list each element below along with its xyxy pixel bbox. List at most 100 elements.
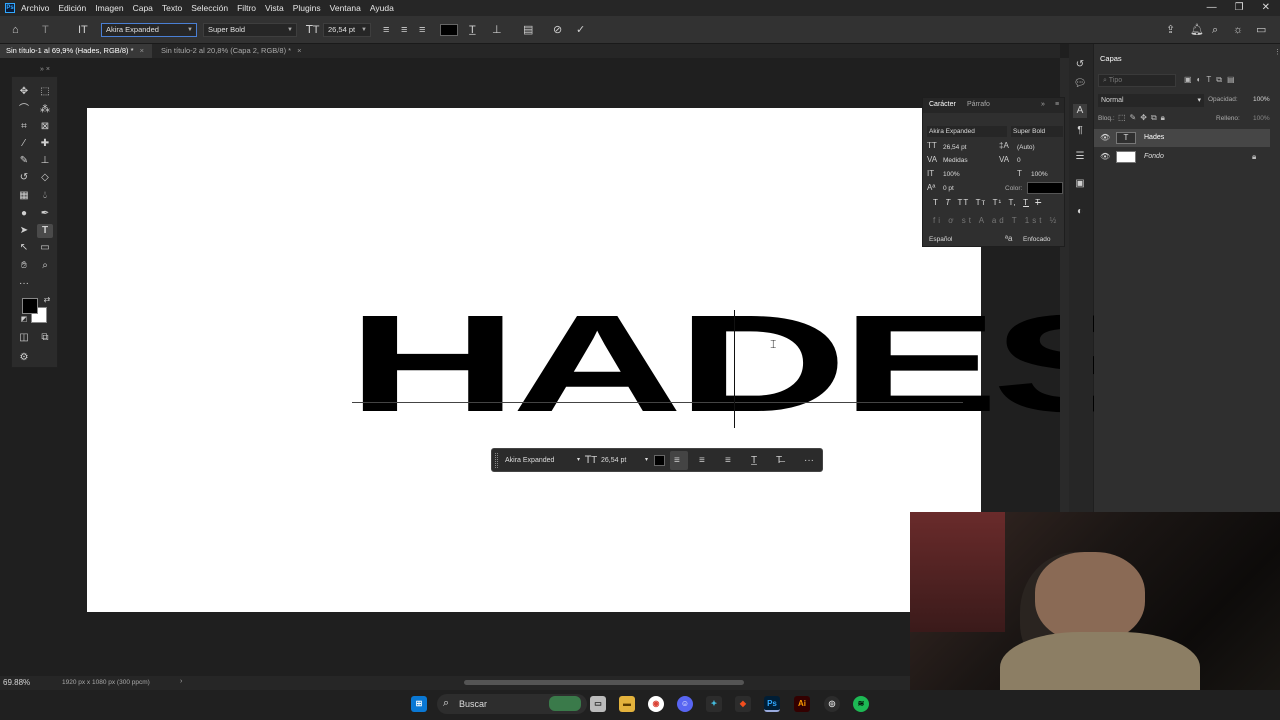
- char-language-select[interactable]: Español: [927, 234, 999, 245]
- text-orientation-icon[interactable]: IT: [78, 24, 88, 36]
- lasso-tool-icon[interactable]: ⌒: [16, 103, 32, 117]
- search-icon[interactable]: ⌕: [1212, 24, 1218, 36]
- canvas-text-hades[interactable]: HADES: [347, 295, 1150, 433]
- history-brush-tool-icon[interactable]: ↺: [16, 171, 32, 185]
- notification-bell-icon[interactable]: 🔔︎: [1190, 24, 1204, 36]
- ctx-font-family-select[interactable]: Akira Expanded ▾: [502, 454, 582, 467]
- dodge-tool-icon[interactable]: ●: [16, 207, 32, 221]
- warp-text-icon[interactable]: T̲: [469, 24, 476, 36]
- small-caps-button[interactable]: Tт: [976, 198, 987, 207]
- align-center-icon[interactable]: ≡: [401, 24, 407, 36]
- tab-document-2[interactable]: Sin título-2 al 20,8% (Capa 2, RGB/8) * ×: [155, 44, 310, 58]
- more-tools-icon[interactable]: ···: [16, 277, 32, 291]
- figma-icon[interactable]: ◆: [735, 696, 751, 712]
- collapse-panel-icon[interactable]: »: [1041, 101, 1045, 108]
- layer-filter-input[interactable]: ⌕ Tipo: [1098, 74, 1176, 87]
- properties-panel-icon[interactable]: ☰: [1073, 150, 1087, 164]
- subscript-button[interactable]: T,: [1009, 198, 1017, 207]
- opacity-field[interactable]: 100%: [1253, 96, 1270, 103]
- layer-row-hades[interactable]: 👁︎ T Hades: [1094, 129, 1270, 147]
- collapse-toolbar-icon[interactable]: » ×: [40, 66, 50, 73]
- type-tool-preset-icon[interactable]: T: [42, 24, 49, 36]
- taskbar-search-box[interactable]: ⌕ Buscar: [437, 694, 587, 714]
- default-colors-icon[interactable]: ◩: [16, 313, 32, 327]
- menu-capa[interactable]: Capa: [133, 3, 153, 13]
- marquee-tool-icon[interactable]: ⬚: [37, 85, 53, 99]
- hand-tool-icon[interactable]: ✋︎: [16, 259, 32, 273]
- ctx-warp-text-icon[interactable]: T̲: [751, 454, 757, 467]
- text-on-path-icon[interactable]: ⊥: [492, 24, 502, 36]
- eyedropper-tool-icon[interactable]: ⁄: [16, 137, 32, 151]
- ctx-align-center-icon[interactable]: ≡: [699, 454, 705, 467]
- eraser-tool-icon[interactable]: ◇: [37, 171, 53, 185]
- crop-tool-icon[interactable]: ⌗: [16, 120, 32, 134]
- commit-edit-icon[interactable]: ✓: [576, 24, 585, 36]
- menu-filtro[interactable]: Filtro: [237, 3, 256, 13]
- ctx-more-icon[interactable]: ···: [804, 454, 814, 467]
- layer-row-fondo[interactable]: 👁︎ Fondo 🔒︎: [1094, 148, 1270, 166]
- swap-colors-icon[interactable]: ⇄: [39, 293, 55, 307]
- layer-name[interactable]: Fondo: [1144, 153, 1164, 160]
- tab-document-1[interactable]: Sin título-1 al 69,9% (Hades, RGB/8) * ×: [0, 44, 152, 58]
- ctx-align-right-icon[interactable]: ≡: [725, 454, 731, 467]
- char-font-style-select[interactable]: Super Bold: [1011, 126, 1063, 137]
- menu-texto[interactable]: Texto: [162, 3, 182, 13]
- layer-filter-icons[interactable]: ▣◐T⧉▤: [1184, 75, 1240, 85]
- character-panel-icon[interactable]: A: [1073, 104, 1087, 118]
- char-horizontal-scale-field[interactable]: 100%: [1029, 169, 1063, 180]
- zoom-level[interactable]: 69.88%: [3, 678, 30, 687]
- close-icon[interactable]: ✕: [1262, 2, 1270, 13]
- font-family-select[interactable]: Akira Expanded ▼: [101, 23, 197, 37]
- close-tab-icon[interactable]: ×: [297, 46, 301, 55]
- faux-bold-button[interactable]: T: [933, 198, 939, 207]
- font-style-select[interactable]: Super Bold ▼: [203, 23, 297, 37]
- char-baseline-shift-field[interactable]: 0 pt: [941, 183, 993, 194]
- opentype-features-icons[interactable]: fi ơ st A ad T 1st ½: [933, 216, 1059, 225]
- visibility-eye-icon[interactable]: 👁︎: [1100, 152, 1110, 161]
- home-icon[interactable]: ⌂: [12, 24, 19, 36]
- discord-icon[interactable]: ☺: [677, 696, 693, 712]
- type-tool-icon[interactable]: T: [37, 224, 53, 238]
- strikethrough-button[interactable]: T: [1035, 198, 1041, 207]
- char-leading-field[interactable]: (Auto): [1015, 142, 1063, 153]
- minimize-icon[interactable]: —: [1207, 2, 1217, 13]
- move-tool-icon[interactable]: ✥: [16, 85, 32, 99]
- status-arrow-icon[interactable]: ›: [180, 678, 182, 685]
- underline-button[interactable]: T: [1023, 198, 1029, 207]
- task-view-icon[interactable]: ▭: [590, 696, 606, 712]
- all-caps-button[interactable]: TT: [958, 198, 970, 207]
- file-explorer-icon[interactable]: ▬: [619, 696, 635, 712]
- quick-mask-icon[interactable]: ◫: [16, 331, 32, 345]
- foreground-color-swatch[interactable]: [22, 298, 38, 314]
- chrome-icon[interactable]: ◉: [648, 696, 664, 712]
- menu-archivo[interactable]: Archivo: [21, 3, 49, 13]
- gradient-tool-icon[interactable]: ▦: [16, 189, 32, 203]
- panels-toggle-icon[interactable]: ▤: [523, 24, 533, 36]
- char-antialias-select[interactable]: Enfocado: [1021, 234, 1063, 245]
- drag-handle-icon[interactable]: [495, 453, 498, 468]
- text-color-swatch[interactable]: [440, 24, 458, 36]
- menu-ayuda[interactable]: Ayuda: [370, 3, 394, 13]
- char-font-family-select[interactable]: Akira Expanded: [927, 126, 1007, 137]
- panel-menu-icon[interactable]: ⋮: [1274, 48, 1280, 56]
- photoshop-logo-icon[interactable]: Ps: [5, 3, 15, 13]
- align-right-icon[interactable]: ≡: [419, 24, 425, 36]
- windows-start-icon[interactable]: ⊞: [411, 696, 427, 712]
- char-color-swatch[interactable]: [1027, 182, 1063, 194]
- generative-fill-icon[interactable]: ⚙︎: [16, 351, 32, 365]
- magic-wand-tool-icon[interactable]: ⁂: [37, 103, 53, 117]
- libraries-panel-icon[interactable]: ▣: [1073, 177, 1087, 191]
- layer-name[interactable]: Hades: [1144, 134, 1164, 141]
- layers-panel-title[interactable]: Capas: [1100, 54, 1122, 63]
- discover-lightbulb-icon[interactable]: ☼: [1233, 24, 1243, 36]
- paragraph-panel-icon[interactable]: ¶: [1073, 124, 1087, 138]
- app-icon[interactable]: ✦: [706, 696, 722, 712]
- obs-icon[interactable]: ◎: [824, 696, 840, 712]
- blur-tool-icon[interactable]: 💧︎: [37, 189, 53, 203]
- document-info[interactable]: 1920 px x 1080 px (300 ppcm): [62, 679, 150, 686]
- blend-mode-select[interactable]: Normal ▾: [1098, 94, 1204, 107]
- comments-panel-icon[interactable]: 💬︎: [1073, 77, 1087, 91]
- ctx-align-left-icon[interactable]: ≡: [674, 454, 680, 467]
- menu-vista[interactable]: Vista: [265, 3, 284, 13]
- adjustments-panel-icon[interactable]: ◐: [1073, 205, 1087, 219]
